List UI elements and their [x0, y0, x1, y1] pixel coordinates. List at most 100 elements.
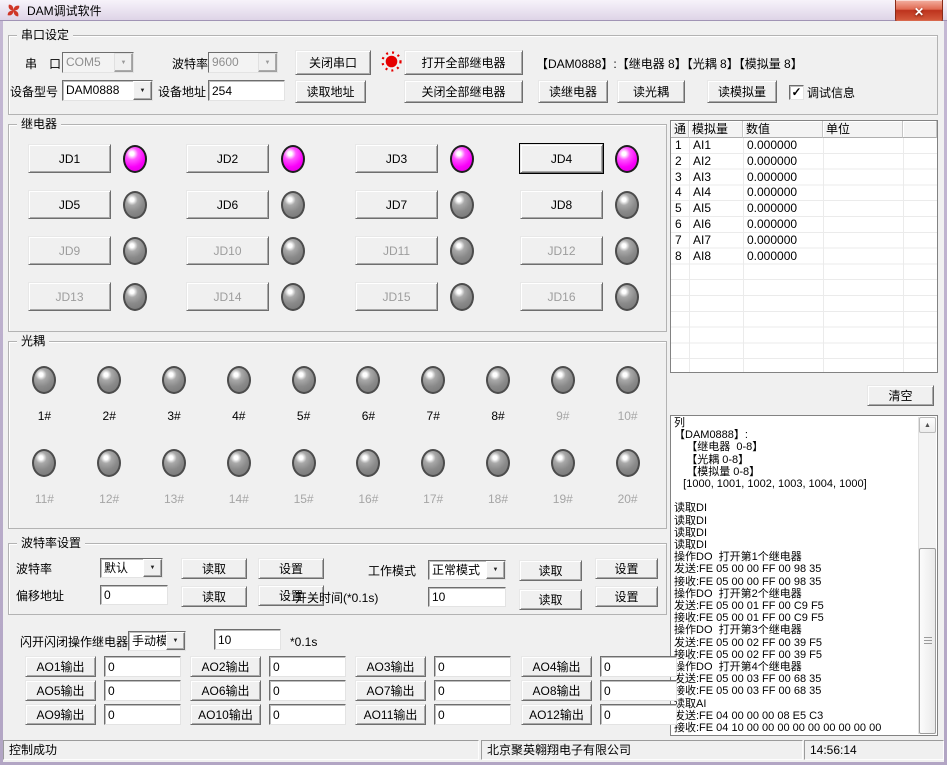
opto-indicator-led: [97, 449, 121, 477]
read-analog-button[interactable]: 读模拟量: [707, 80, 777, 103]
cell-analog-name: AI7: [689, 233, 743, 249]
ao-output-input[interactable]: [104, 704, 181, 725]
column-header-extra[interactable]: [903, 121, 937, 138]
table-row[interactable]: 5 AI5 0.000000: [671, 201, 937, 217]
opto-grid: 1# 2# 3# 4# 5# 6# 7# 8# 9# 10# 11#: [12, 366, 660, 506]
port-select[interactable]: COM5 ▼: [62, 52, 134, 73]
table-row[interactable]: 4 AI4 0.000000: [671, 185, 937, 201]
relay-button[interactable]: JD8: [520, 190, 603, 219]
ao-output-button[interactable]: AO4输出: [521, 656, 592, 677]
ao-output-button[interactable]: AO12输出: [521, 704, 592, 725]
ao-output-input[interactable]: [104, 680, 181, 701]
ao-output-button[interactable]: AO1输出: [25, 656, 96, 677]
work-mode-read-button[interactable]: 读取: [519, 560, 582, 581]
ao-output-input[interactable]: [269, 680, 346, 701]
relay-button[interactable]: JD11: [355, 236, 438, 265]
ao-output-input[interactable]: [434, 680, 511, 701]
close-serial-button[interactable]: 关闭串口: [295, 50, 371, 75]
ao-output-button[interactable]: AO2输出: [190, 656, 261, 677]
ao-output-button[interactable]: AO11输出: [355, 704, 426, 725]
log-scrollbar[interactable]: ▲: [918, 417, 936, 734]
table-row[interactable]: 6 AI6 0.000000: [671, 217, 937, 233]
offset-address-input[interactable]: [100, 585, 168, 605]
open-all-relays-button[interactable]: 打开全部继电器: [404, 50, 523, 75]
scroll-up-button[interactable]: ▲: [919, 417, 936, 433]
chevron-down-icon[interactable]: ▼: [114, 53, 133, 72]
column-header-channel[interactable]: 通: [671, 121, 689, 138]
flash-mode-select[interactable]: 手动模式 ▼: [128, 631, 186, 651]
opto-label: 20#: [618, 492, 638, 506]
opto-indicator-led: [551, 449, 575, 477]
relay-button[interactable]: JD7: [355, 190, 438, 219]
table-row[interactable]: 3 AI3 0.000000: [671, 170, 937, 186]
ao-output-button[interactable]: AO10输出: [190, 704, 261, 725]
relay-button[interactable]: JD15: [355, 282, 438, 311]
ao-output-button[interactable]: AO6输出: [190, 680, 261, 701]
baud-read-button[interactable]: 读取: [181, 558, 247, 579]
chevron-down-icon[interactable]: ▼: [486, 561, 505, 579]
flash-time-input[interactable]: [214, 629, 281, 650]
relay-button[interactable]: JD2: [186, 144, 269, 173]
relay-button[interactable]: JD9: [28, 236, 111, 265]
device-model-select[interactable]: DAM0888 ▼: [62, 80, 153, 101]
column-header-analog[interactable]: 模拟量: [689, 121, 743, 138]
ao-output-input[interactable]: [104, 656, 181, 677]
chevron-down-icon[interactable]: ▼: [166, 632, 185, 650]
ao-output-button[interactable]: AO7输出: [355, 680, 426, 701]
switch-time-read-button[interactable]: 读取: [519, 589, 582, 610]
switch-time-set-button[interactable]: 设置: [595, 586, 658, 607]
relay-button[interactable]: JD1: [28, 144, 111, 173]
ao-output-input[interactable]: [434, 656, 511, 677]
ao-output-input[interactable]: [269, 704, 346, 725]
relay-button[interactable]: JD16: [520, 282, 603, 311]
baudrate-select[interactable]: 9600 ▼: [208, 52, 278, 73]
read-opto-button[interactable]: 读光耦: [617, 80, 685, 103]
work-mode-set-button[interactable]: 设置: [595, 558, 658, 579]
chevron-down-icon[interactable]: ▼: [258, 53, 277, 72]
table-row[interactable]: 1 AI1 0.000000: [671, 138, 937, 154]
work-mode-select[interactable]: 正常模式 ▼: [428, 560, 506, 580]
relay-button[interactable]: JD3: [355, 144, 438, 173]
table-row[interactable]: 8 AI8 0.000000: [671, 249, 937, 265]
scrollbar-thumb[interactable]: [919, 548, 936, 734]
chevron-down-icon[interactable]: ▼: [143, 559, 162, 577]
close-all-relays-button[interactable]: 关闭全部继电器: [404, 80, 523, 103]
ao-output-input[interactable]: [269, 656, 346, 677]
column-header-value[interactable]: 数值: [743, 121, 823, 138]
relay-button[interactable]: JD12: [520, 236, 603, 265]
flash-operate-label: 闪开闪闭操作继电器: [20, 635, 128, 649]
ao-output-button[interactable]: AO5输出: [25, 680, 96, 701]
ao-output-input[interactable]: [434, 704, 511, 725]
column-header-unit[interactable]: 单位: [823, 121, 903, 138]
ao-output-input[interactable]: [600, 680, 677, 701]
triangle-up-icon: ▲: [924, 422, 931, 429]
relay-button[interactable]: JD13: [28, 282, 111, 311]
relay-button[interactable]: JD6: [186, 190, 269, 219]
switch-time-input[interactable]: [428, 587, 506, 607]
relay-button[interactable]: JD10: [186, 236, 269, 265]
ao-output-button[interactable]: AO9输出: [25, 704, 96, 725]
log-text[interactable]: 列 【DAM0888】: 【继电器 0-8】 【光耦 0-8】 【模拟量 0-8…: [674, 417, 918, 734]
ao-output-button[interactable]: AO3输出: [355, 656, 426, 677]
ao-output-input[interactable]: [600, 656, 677, 677]
relay-button[interactable]: JD5: [28, 190, 111, 219]
relay-button[interactable]: JD14: [186, 282, 269, 311]
device-address-input[interactable]: [208, 80, 285, 101]
baud-set-button[interactable]: 设置: [258, 558, 324, 579]
status-bar: 控制成功 北京聚英翱翔电子有限公司 14:56:14: [3, 738, 944, 762]
read-relay-button[interactable]: 读继电器: [538, 80, 608, 103]
debug-info-checkbox[interactable]: ✓: [789, 85, 804, 100]
cell-value: 0.000000: [743, 249, 823, 265]
opto-label: 15#: [294, 492, 314, 506]
chevron-down-icon[interactable]: ▼: [133, 81, 152, 100]
ao-output-input[interactable]: [600, 704, 677, 725]
relay-button[interactable]: JD4: [520, 144, 603, 173]
read-address-button[interactable]: 读取地址: [295, 80, 366, 103]
table-row[interactable]: 7 AI7 0.000000: [671, 233, 937, 249]
relay-indicator-led: [281, 191, 305, 219]
baud-default-select[interactable]: 默认 ▼: [100, 558, 163, 578]
clear-log-button[interactable]: 清空: [867, 385, 934, 406]
offset-read-button[interactable]: 读取: [181, 586, 247, 607]
table-row[interactable]: 2 AI2 0.000000: [671, 154, 937, 170]
ao-output-button[interactable]: AO8输出: [521, 680, 592, 701]
